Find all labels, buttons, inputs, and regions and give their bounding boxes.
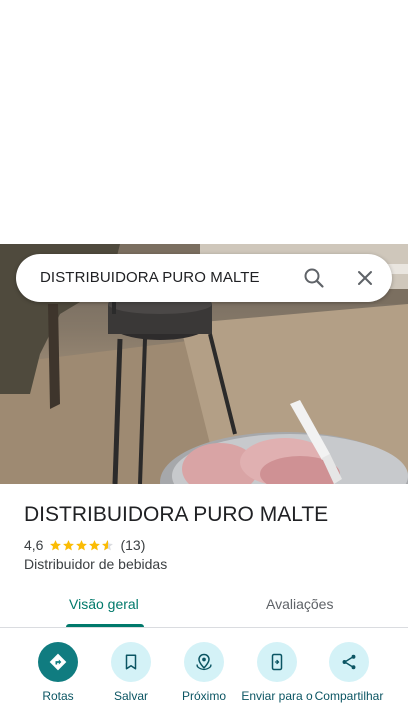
map-area-blank bbox=[0, 0, 408, 244]
half-star-icon bbox=[102, 539, 114, 550]
directions-icon[interactable] bbox=[38, 642, 78, 682]
star-rating bbox=[49, 539, 114, 552]
search-input[interactable]: DISTRIBUIDORA PURO MALTE bbox=[40, 269, 260, 286]
star-icon bbox=[50, 539, 62, 550]
search-icon[interactable] bbox=[302, 266, 326, 290]
star-icon bbox=[76, 539, 88, 550]
rating-value: 4,6 bbox=[24, 537, 44, 553]
nearby-label: Próximo bbox=[181, 689, 226, 703]
nearby-icon[interactable] bbox=[184, 642, 224, 682]
tab-reviews[interactable]: Avaliações bbox=[266, 596, 333, 612]
close-icon[interactable] bbox=[353, 266, 377, 290]
star-icon bbox=[63, 539, 75, 550]
search-bar[interactable]: DISTRIBUIDORA PURO MALTE bbox=[16, 254, 392, 302]
tab-bar: Visão geral Avaliações bbox=[0, 588, 408, 628]
rating-row[interactable]: 4,6 (13) bbox=[24, 536, 145, 554]
save-label: Salvar bbox=[113, 689, 148, 703]
active-tab-indicator bbox=[66, 624, 144, 627]
star-icon bbox=[89, 539, 101, 550]
send-to-phone-icon[interactable] bbox=[257, 642, 297, 682]
share-icon[interactable] bbox=[329, 642, 369, 682]
place-title: DISTRIBUIDORA PURO MALTE bbox=[24, 503, 329, 526]
action-bar: Rotas Salvar Próximo Enviar para o Compa… bbox=[0, 640, 408, 726]
directions-label: Rotas bbox=[42, 689, 74, 703]
bookmark-icon[interactable] bbox=[111, 642, 151, 682]
tab-overview[interactable]: Visão geral bbox=[69, 596, 139, 612]
place-category: Distribuidor de bebidas bbox=[24, 556, 168, 572]
share-label: Compartilhar bbox=[314, 689, 384, 703]
review-count[interactable]: (13) bbox=[120, 537, 145, 553]
send-to-phone-label: Enviar para o bbox=[241, 689, 313, 703]
